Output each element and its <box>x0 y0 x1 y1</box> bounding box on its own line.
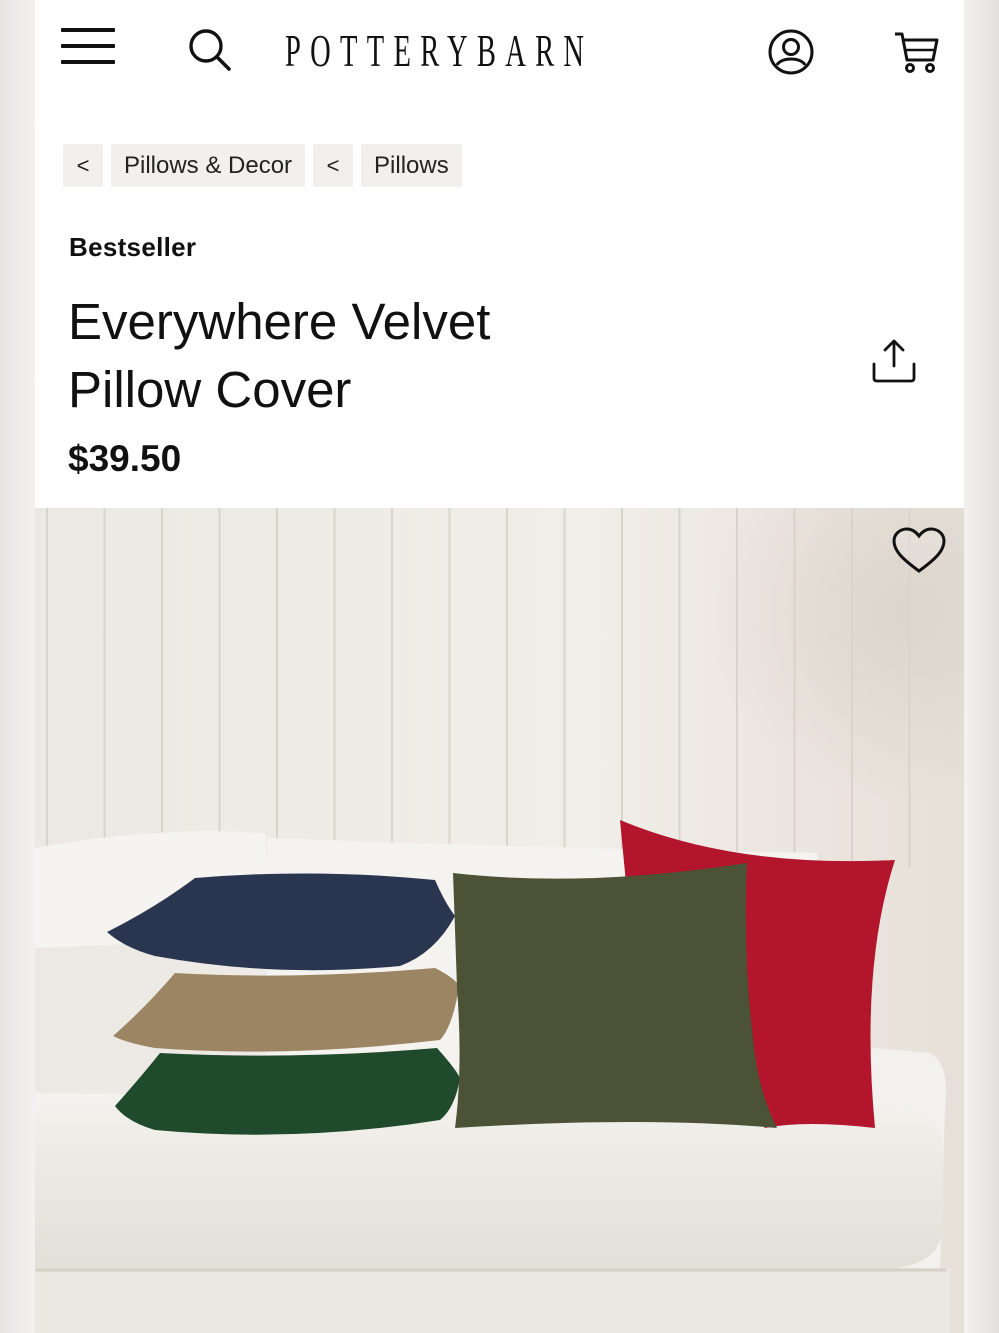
account-icon[interactable] <box>767 28 815 76</box>
product-image[interactable] <box>35 508 964 1333</box>
heart-icon[interactable] <box>891 526 947 576</box>
product-title: Everywhere Velvet Pillow Cover <box>68 293 491 418</box>
breadcrumb-back-chevron[interactable]: < <box>63 144 103 187</box>
search-icon[interactable] <box>185 26 233 74</box>
product-photo <box>35 508 964 1333</box>
green-pillow <box>115 1048 460 1135</box>
bestseller-badge: Bestseller <box>69 232 197 262</box>
breadcrumb-pillows-decor[interactable]: Pillows & Decor <box>111 144 306 187</box>
breadcrumb-back-chevron[interactable]: < <box>313 144 354 187</box>
cart-icon[interactable] <box>893 28 941 76</box>
share-icon[interactable] <box>871 338 917 384</box>
product-price: $39.50 <box>68 438 182 479</box>
site-header: POTTERYBARN <box>35 0 964 105</box>
product-page: POTTERYBARN < Pillows & Decor < Pillows … <box>35 0 964 1333</box>
breadcrumb: < Pillows & Decor < Pillows <box>63 144 462 187</box>
olive-pillow <box>453 863 777 1128</box>
breadcrumb-pillows[interactable]: Pillows <box>361 144 462 187</box>
hamburger-menu-icon[interactable] <box>61 28 117 68</box>
brand-logo[interactable]: POTTERYBARN <box>285 26 725 76</box>
